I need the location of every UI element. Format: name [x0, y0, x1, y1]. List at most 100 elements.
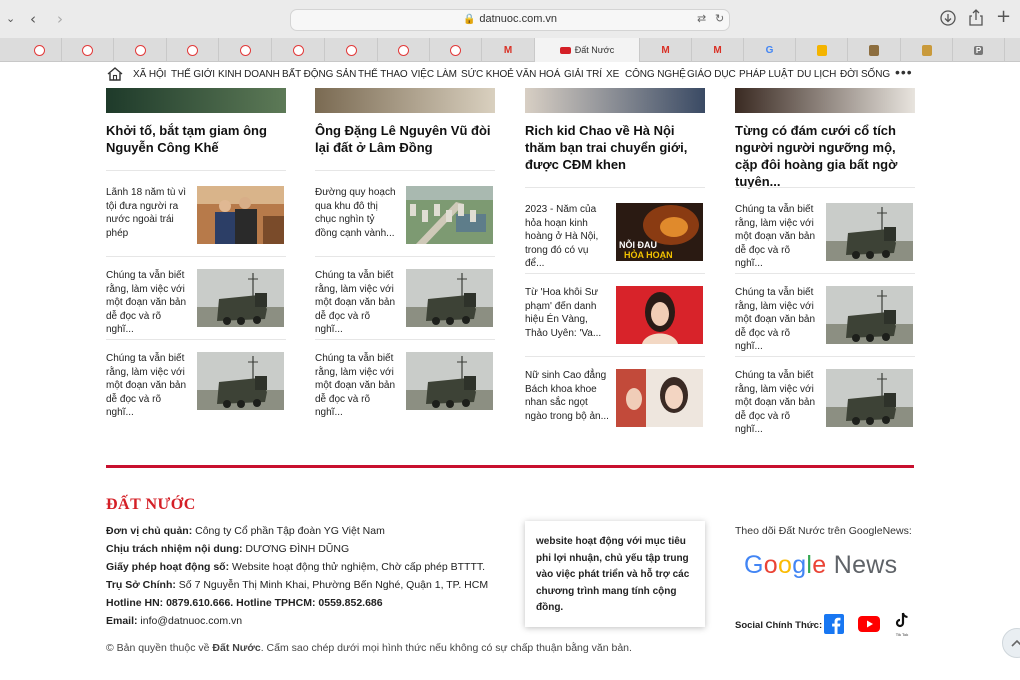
nav-item[interactable]: THẾ GIỚI — [171, 69, 215, 80]
nav-more-icon[interactable]: ••• — [895, 64, 913, 80]
forward-icon[interactable]: › — [57, 9, 63, 29]
nav-item[interactable]: VIỆC LÀM — [411, 69, 457, 80]
thumbnail-truck[interactable] — [826, 286, 913, 344]
share-icon[interactable] — [968, 9, 984, 27]
thumbnail-aerial[interactable] — [406, 186, 493, 244]
lead-image[interactable] — [525, 88, 705, 113]
list-item[interactable]: Chúng ta vẫn biết rằng, làm việc với một… — [735, 369, 915, 435]
item-title[interactable]: Chúng ta vẫn biết rằng, làm việc với một… — [735, 369, 819, 437]
browser-tab[interactable] — [325, 38, 378, 62]
browser-tab[interactable]: M — [482, 38, 535, 62]
item-title[interactable]: Chúng ta vẫn biết rằng, làm việc với một… — [735, 203, 819, 271]
translate-icon[interactable]: ⇄ — [697, 12, 706, 25]
nav-item[interactable]: DU LỊCH — [797, 69, 836, 80]
item-title[interactable]: Đường quy hoạch qua khu đô thị chục nghì… — [315, 186, 399, 240]
list-item[interactable]: Chúng ta vẫn biết rằng, làm việc với một… — [315, 269, 495, 335]
lead-image[interactable] — [735, 88, 915, 113]
browser-tab[interactable] — [219, 38, 272, 62]
nav-item[interactable]: CÔNG NGHỆ — [625, 69, 686, 80]
browser-tab[interactable]: G — [744, 38, 796, 62]
item-image[interactable] — [826, 286, 913, 344]
thumbnail-truck[interactable] — [197, 269, 284, 327]
thumbnail-portrait-light[interactable] — [616, 369, 703, 427]
nav-item[interactable]: THỂ THAO — [358, 69, 408, 80]
home-icon[interactable] — [106, 66, 124, 82]
item-title[interactable]: 2023 - Năm của hỏa hoạn kinh hoàng ở Hà … — [525, 203, 609, 271]
nav-item[interactable]: GIẢI TRÍ — [564, 69, 602, 80]
browser-tab[interactable] — [796, 38, 848, 62]
list-item[interactable]: Từ 'Hoa khôi Sư phạm' đến danh hiệu Én V… — [525, 286, 705, 346]
item-image[interactable] — [406, 352, 493, 410]
lead-title[interactable]: Ông Đặng Lê Nguyên Vũ đòi lại đất ở Lâm … — [315, 122, 495, 156]
nav-item[interactable]: GIÁO DỤC — [687, 69, 736, 80]
scroll-to-top-button[interactable] — [1002, 628, 1020, 658]
item-title[interactable]: Chúng ta vẫn biết rằng, làm việc với một… — [106, 269, 190, 337]
lead-title[interactable]: Từng có đám cưới cổ tích người người ngư… — [735, 122, 915, 190]
browser-tab[interactable]: P — [953, 38, 1005, 62]
site-logo[interactable]: ĐẤT NƯỚC — [106, 496, 196, 514]
item-image[interactable] — [406, 186, 493, 244]
thumbnail-court[interactable] — [197, 186, 284, 244]
new-tab-icon[interactable]: + — [996, 7, 1011, 27]
item-image[interactable] — [406, 269, 493, 327]
nav-item[interactable]: XE — [606, 69, 619, 80]
browser-tab[interactable] — [848, 38, 901, 62]
list-item[interactable]: Đường quy hoạch qua khu đô thị chục nghì… — [315, 186, 495, 246]
lead-image[interactable] — [315, 88, 495, 113]
item-image[interactable] — [197, 186, 284, 244]
nav-item[interactable]: VĂN HOÁ — [516, 69, 560, 80]
browser-tab[interactable] — [62, 38, 114, 62]
browser-tab[interactable]: M — [640, 38, 692, 62]
thumbnail-truck[interactable] — [826, 203, 913, 261]
footer-info-value[interactable]: info@datnuoc.com.vn — [138, 615, 242, 627]
nav-item[interactable]: BẤT ĐỘNG SẢN — [282, 69, 356, 80]
item-image[interactable] — [616, 286, 703, 344]
item-title[interactable]: Từ 'Hoa khôi Sư phạm' đến danh hiệu Én V… — [525, 286, 609, 340]
thumbnail-truck[interactable] — [826, 369, 913, 427]
sidebar-chevron-icon[interactable]: ⌄ — [6, 9, 15, 29]
browser-tab[interactable] — [378, 38, 430, 62]
item-image[interactable] — [826, 369, 913, 427]
thumbnail-fire[interactable]: NỖI ĐAUHỎA HOẠN — [616, 203, 703, 261]
browser-tab[interactable] — [272, 38, 325, 62]
item-title[interactable]: Lãnh 18 năm tù vì tội đưa người ra nước … — [106, 186, 190, 240]
back-icon[interactable]: ‹ — [30, 9, 36, 29]
list-item[interactable]: Lãnh 18 năm tù vì tội đưa người ra nước … — [106, 186, 286, 246]
download-icon[interactable] — [940, 10, 956, 26]
thumbnail-portrait-red[interactable] — [616, 286, 703, 344]
thumbnail-truck[interactable] — [406, 269, 493, 327]
nav-item[interactable]: XÃ HỘI — [133, 69, 166, 80]
list-item[interactable]: 2023 - Năm của hỏa hoạn kinh hoàng ở Hà … — [525, 203, 705, 269]
browser-tab[interactable] — [430, 38, 482, 62]
browser-tab[interactable] — [167, 38, 219, 62]
item-image[interactable] — [616, 369, 703, 427]
thumbnail-truck[interactable] — [406, 352, 493, 410]
thumbnail-truck[interactable] — [197, 352, 284, 410]
browser-tab[interactable] — [18, 38, 62, 62]
item-image[interactable] — [197, 269, 284, 327]
item-image[interactable] — [826, 203, 913, 261]
list-item[interactable]: Nữ sinh Cao đẳng Bách khoa khoe nhan sắc… — [525, 369, 705, 429]
youtube-icon[interactable] — [858, 616, 880, 632]
browser-tab[interactable] — [114, 38, 167, 62]
reload-icon[interactable]: ↻ — [715, 12, 724, 25]
nav-item[interactable]: ĐỜI SỐNG — [840, 69, 890, 80]
item-title[interactable]: Chúng ta vẫn biết rằng, làm việc với một… — [315, 352, 399, 420]
list-item[interactable]: Chúng ta vẫn biết rằng, làm việc với một… — [735, 203, 915, 269]
list-item[interactable]: Chúng ta vẫn biết rằng, làm việc với một… — [106, 269, 286, 335]
browser-tab[interactable] — [901, 38, 953, 62]
google-news-logo[interactable]: Google News — [744, 551, 897, 580]
address-bar[interactable]: 🔒 datnuoc.com.vn ⇄ ↻ — [290, 9, 730, 31]
browser-tab[interactable]: Đất Nước — [535, 38, 640, 62]
nav-item[interactable]: SỨC KHOẺ — [461, 69, 514, 80]
lead-title[interactable]: Rich kid Chao về Hà Nội thăm bạn trai ch… — [525, 122, 705, 173]
nav-item[interactable]: PHÁP LUẬT — [739, 69, 794, 80]
list-item[interactable]: Chúng ta vẫn biết rằng, làm việc với một… — [735, 286, 915, 352]
item-title[interactable]: Chúng ta vẫn biết rằng, làm việc với một… — [315, 269, 399, 337]
item-image[interactable]: NỖI ĐAU HỎA HOẠN — [616, 203, 703, 261]
lead-title[interactable]: Khởi tố, bắt tạm giam ông Nguyễn Công Kh… — [106, 122, 286, 156]
list-item[interactable]: Chúng ta vẫn biết rằng, làm việc với một… — [315, 352, 495, 418]
browser-tab[interactable]: M — [692, 38, 744, 62]
list-item[interactable]: Chúng ta vẫn biết rằng, làm việc với một… — [106, 352, 286, 418]
item-image[interactable] — [197, 352, 284, 410]
